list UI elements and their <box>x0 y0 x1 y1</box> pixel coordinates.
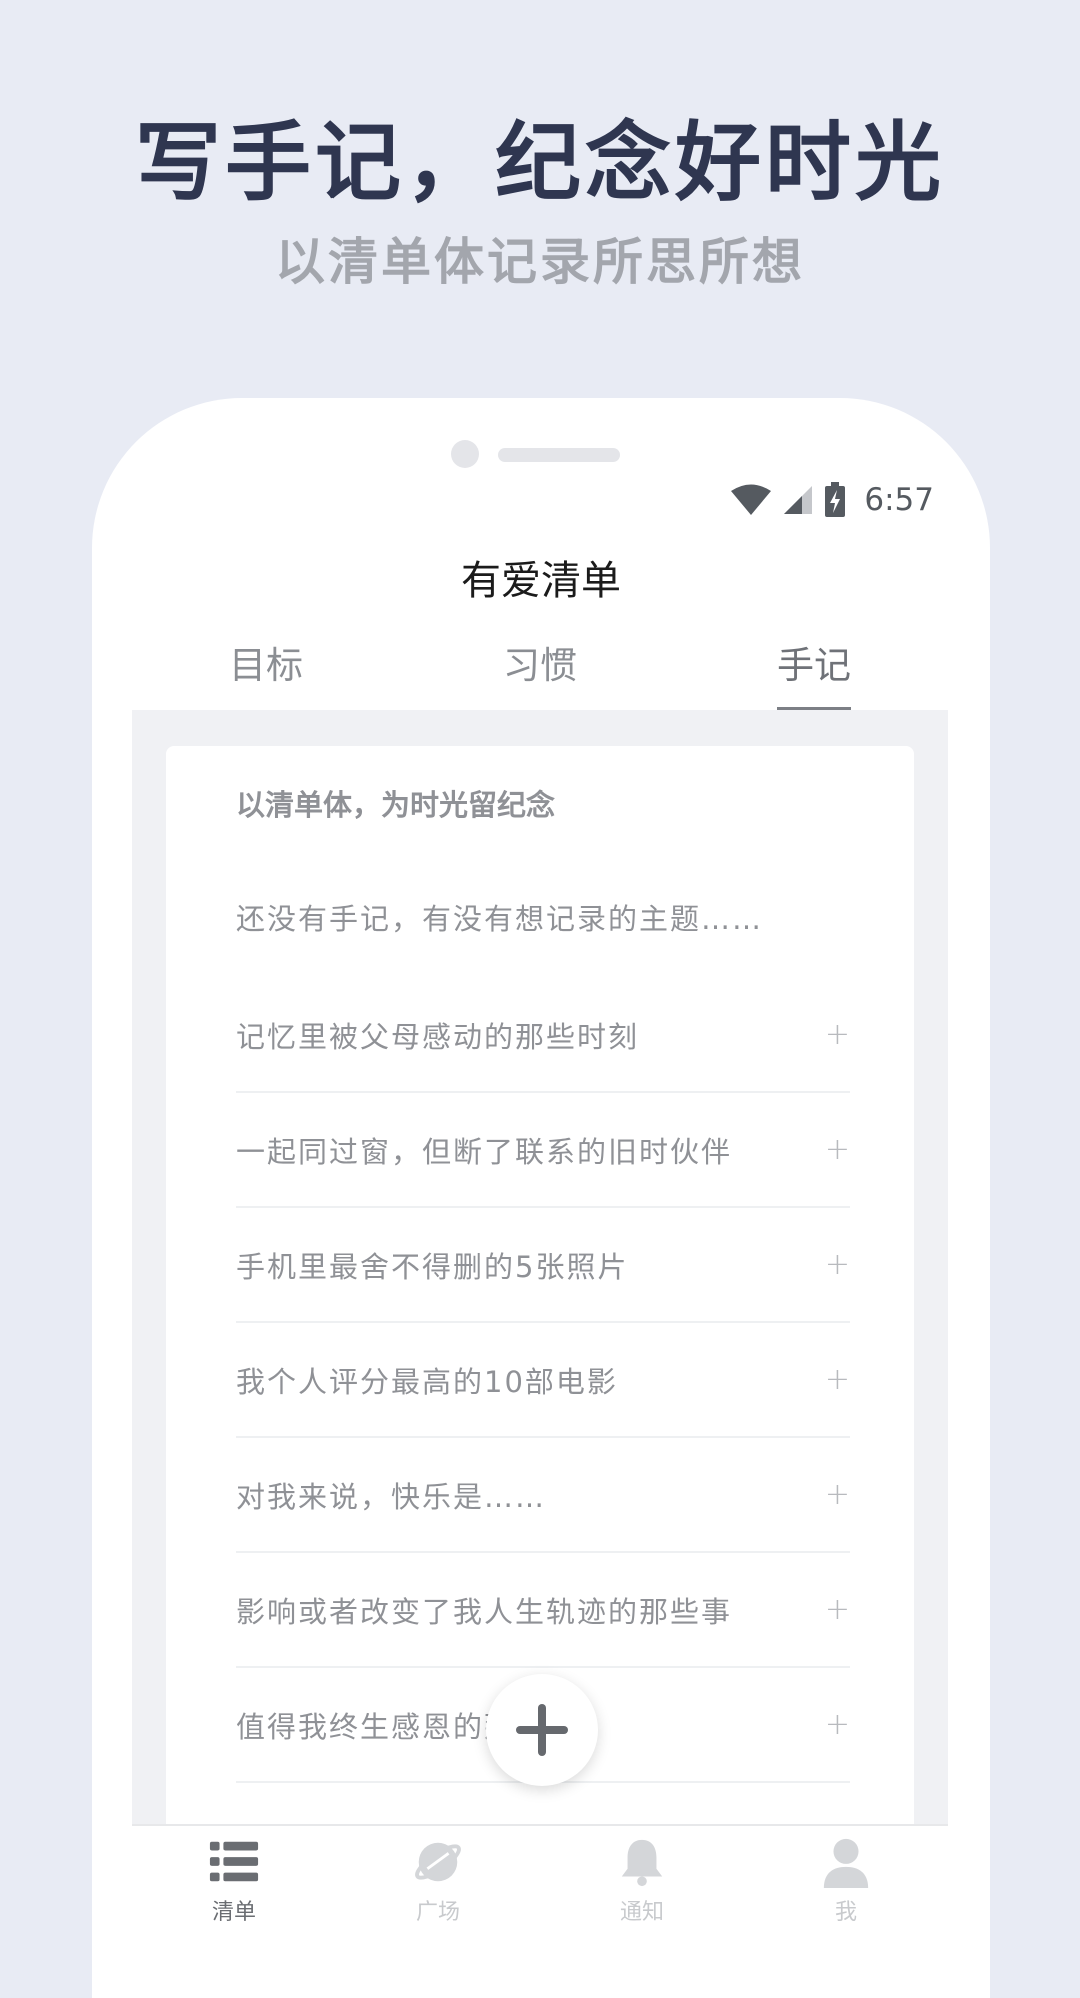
nav-item-square[interactable]: 广场 <box>336 1826 540 1926</box>
battery-charging-icon <box>825 482 846 517</box>
tab-goals[interactable]: 目标 <box>216 640 316 712</box>
add-topic-icon[interactable]: + <box>825 1017 850 1052</box>
nav-item-lists[interactable]: 清单 <box>132 1826 336 1926</box>
card-heading: 以清单体，为时光留纪念 <box>236 788 556 822</box>
add-topic-icon[interactable]: + <box>825 1247 850 1282</box>
bell-icon <box>621 1839 663 1887</box>
topic-text: 一起同过窗，但断了联系的旧时伙伴 <box>236 1134 733 1169</box>
content-area: 以清单体，为时光留纪念 还没有手记，有没有想记录的主题…… 记忆里被父母感动的那… <box>132 710 948 1866</box>
add-topic-icon[interactable]: + <box>825 1132 850 1167</box>
topic-row[interactable]: 影响或者改变了我人生轨迹的那些事 + <box>236 1553 850 1668</box>
tab-bar: 目标 习惯 手记 <box>132 640 948 712</box>
topic-row[interactable]: 一起同过窗，但断了联系的旧时伙伴 + <box>236 1093 850 1208</box>
topic-text: 记忆里被父母感动的那些时刻 <box>236 1019 640 1054</box>
speaker-grille <box>498 448 620 462</box>
status-bar: 6:57 <box>730 478 934 522</box>
topic-text: 影响或者改变了我人生轨迹的那些事 <box>236 1594 733 1629</box>
nav-label: 清单 <box>211 1900 256 1925</box>
tab-habits[interactable]: 习惯 <box>488 640 592 712</box>
app-title: 有爱清单 <box>461 558 621 604</box>
camera-dot <box>451 440 479 468</box>
status-time: 6:57 <box>864 482 934 518</box>
nav-item-notifications[interactable]: 通知 <box>540 1826 744 1926</box>
topic-text: 我个人评分最高的10部电影 <box>236 1364 618 1399</box>
promo-title: 写手记，纪念好时光 <box>135 112 945 213</box>
tab-notes[interactable]: 手记 <box>777 640 851 712</box>
nav-label: 广场 <box>415 1900 460 1925</box>
plus-icon <box>516 1704 568 1756</box>
wifi-icon <box>731 484 772 515</box>
topic-row[interactable]: 我个人评分最高的10部电影 + <box>236 1323 850 1438</box>
bottom-nav: 清单 广场 通知 我 <box>132 1824 948 1998</box>
topic-row[interactable]: 对我来说，快乐是…… + <box>236 1438 850 1553</box>
topic-row[interactable]: 记忆里被父母感动的那些时刻 + <box>236 978 850 1093</box>
card-prompt: 还没有手记，有没有想记录的主题…… <box>236 902 764 936</box>
topic-text: 对我来说，快乐是…… <box>236 1479 547 1514</box>
add-topic-icon[interactable]: + <box>825 1592 850 1627</box>
add-topic-icon[interactable]: + <box>825 1362 850 1397</box>
planet-icon <box>415 1842 461 1882</box>
tab-label: 目标 <box>229 644 303 687</box>
user-icon <box>823 1838 869 1888</box>
add-topic-icon[interactable]: + <box>825 1477 850 1512</box>
list-icon <box>209 1841 259 1882</box>
topic-row[interactable]: 手机里最舍不得删的5张照片 + <box>236 1208 850 1323</box>
tab-label: 习惯 <box>503 644 577 687</box>
nav-label: 通知 <box>619 1900 664 1925</box>
topic-text: 手机里最舍不得删的5张照片 <box>236 1249 629 1284</box>
tab-label: 手记 <box>777 644 851 687</box>
signal-icon <box>784 486 813 514</box>
promo-subtitle: 以清单体记录所思所想 <box>275 233 805 291</box>
topic-list: 记忆里被父母感动的那些时刻 + 一起同过窗，但断了联系的旧时伙伴 + 手机里最舍… <box>236 978 850 1783</box>
nav-item-me[interactable]: 我 <box>744 1826 948 1926</box>
phone-frame: 6:57 有爱清单 目标 习惯 手记 以清单体，为时光留纪念 还没有手记，有没有… <box>92 398 990 1998</box>
add-topic-icon[interactable]: + <box>825 1707 850 1742</box>
nav-label: 我 <box>834 1900 857 1925</box>
add-note-button[interactable] <box>486 1674 598 1786</box>
